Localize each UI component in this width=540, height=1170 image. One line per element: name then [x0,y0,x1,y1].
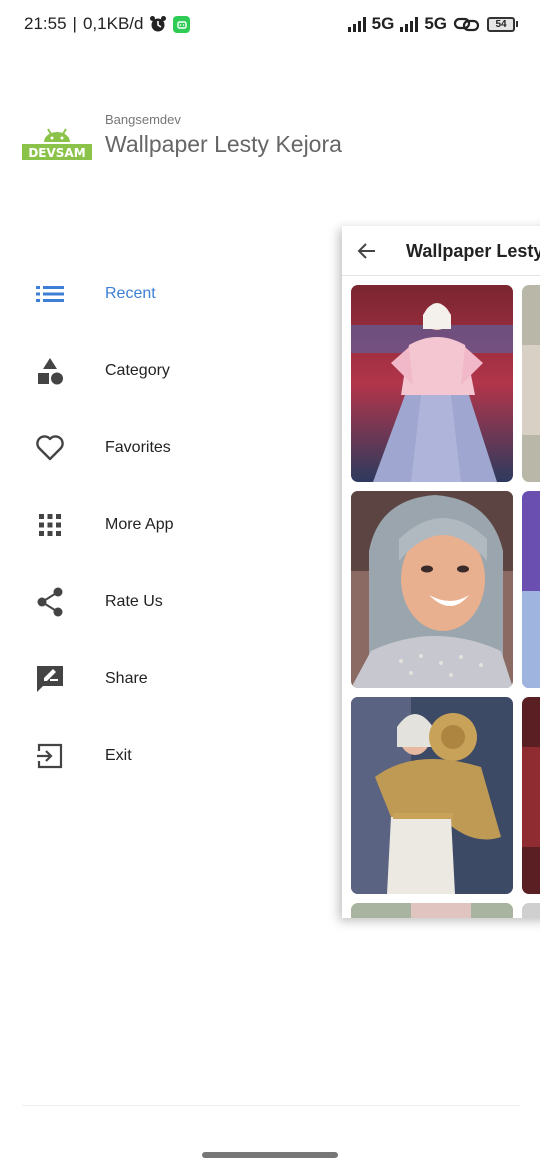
wallpaper-thumbnail[interactable] [522,697,540,894]
wallpaper-thumbnail[interactable] [351,903,513,918]
status-separator: | [72,14,77,33]
divider [22,1105,520,1106]
menu-label-category: Category [105,362,170,379]
battery-level: 54 [487,16,515,32]
menu-label-share: Share [105,670,148,687]
link-icon [453,17,480,32]
shapes-icon [34,355,66,387]
main-screen-preview[interactable]: Wallpaper Lesty Kejora [342,226,540,918]
android-notification-icon [173,15,191,33]
main-title: Wallpaper Lesty Kejora [406,241,540,261]
menu-item-share[interactable]: Share [0,649,330,709]
menu-label-more-app: More App [105,516,174,533]
wallpaper-thumbnail[interactable] [351,285,513,482]
signal-icon [347,16,366,32]
wallpaper-thumbnail[interactable] [522,491,540,688]
menu-item-recent[interactable]: Recent [0,264,330,324]
developer-name: Bangsemdev [105,112,181,127]
heart-icon [34,432,66,464]
menu-label-favorites: Favorites [105,439,171,456]
status-bar: 21:55 | 0,1KB/d 5G 5G 54 [0,0,540,50]
menu-item-favorites[interactable]: Favorites [0,418,330,478]
home-indicator[interactable] [202,1152,338,1158]
feedback-icon [34,663,66,695]
share-nodes-icon [34,586,66,618]
wallpaper-thumbnail[interactable] [351,491,513,688]
menu-label-recent: Recent [105,285,156,302]
sim2-network-type: 5G [424,14,447,33]
alarm-clock-icon [150,16,167,32]
wallpaper-thumbnail[interactable] [351,697,513,894]
menu-label-exit: Exit [105,747,132,764]
arrow-back-icon[interactable] [356,240,378,262]
menu-label-rate-us: Rate Us [105,593,163,610]
menu-item-category[interactable]: Category [0,341,330,401]
sim1-network-type: 5G [371,14,395,33]
logo-text: DEVSAM [28,146,85,160]
list-icon [34,278,66,310]
battery-icon: 54 [487,16,518,32]
menu-item-more-app[interactable]: More App [0,495,330,555]
main-toolbar: Wallpaper Lesty Kejora [342,226,540,276]
signal-icon [400,16,419,32]
clock: 21:55 [24,14,67,33]
devsam-logo: DEVSAM [22,128,92,160]
network-speed: 0,1KB/d [82,14,144,33]
app-title: Wallpaper Lesty Kejora [105,131,342,157]
wallpaper-thumbnail[interactable] [522,285,540,482]
wallpaper-thumbnail[interactable] [522,903,540,918]
menu-item-rate-us[interactable]: Rate Us [0,572,330,632]
apps-grid-icon [34,509,66,541]
exit-icon [34,740,66,772]
menu-item-exit[interactable]: Exit [0,726,330,786]
